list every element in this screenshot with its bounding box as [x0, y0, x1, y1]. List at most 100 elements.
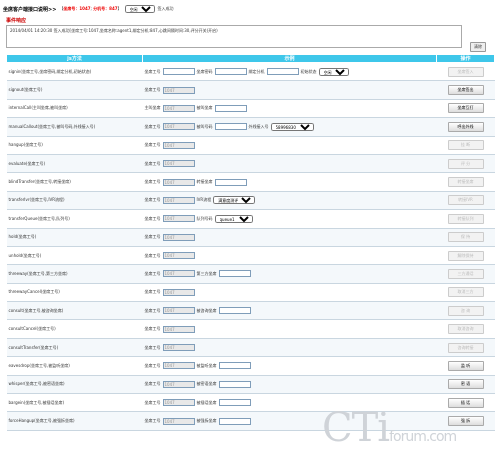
param-select[interactable]: queue1 [214, 214, 253, 223]
param-input[interactable] [218, 270, 251, 278]
param-label: 坐席工号 [144, 160, 161, 166]
watermark-sub: forum.com [389, 429, 457, 445]
param-label: 坐席工号 [144, 87, 161, 93]
action-button[interactable]: 监 听 [447, 360, 484, 371]
param-label: 被强拆坐席 [196, 418, 217, 424]
param-input[interactable] [214, 123, 247, 131]
param-label: 坐席工号 [144, 179, 161, 185]
action-button[interactable]: 三方通话 [447, 268, 484, 279]
param-input[interactable]: 1047 [162, 380, 195, 388]
param-input[interactable] [218, 417, 251, 425]
table-row: signout(坐席工号) 坐席工号 1047 坐席签出 [6, 80, 495, 100]
table-row: unhold(坐席工号) 坐席工号 1047 解除保持 [6, 246, 495, 266]
param-input[interactable]: 1047 [162, 178, 195, 186]
param-input[interactable]: 1047 [162, 307, 195, 315]
header-example: 示例 [142, 54, 437, 63]
action-button[interactable]: 转接IVR [447, 195, 484, 206]
method-signature: transferIvr(坐席工号,IVR流程) [6, 191, 143, 211]
param-select[interactable]: 空闲 [318, 67, 349, 76]
param-group: 坐席工号 坐席密码 绑定分机 初始状态 空闲 [145, 67, 435, 76]
action-button[interactable]: 转接队列 [447, 213, 484, 224]
param-input[interactable]: 1047 [162, 362, 195, 370]
method-signature: threeway(坐席工号,第三方坐席) [6, 264, 143, 284]
table-row: consult(坐席工号,被咨询坐席) 坐席工号 1047 被咨询坐席 咨 询 [6, 301, 495, 321]
action-button[interactable]: 取消咨询 [447, 324, 484, 335]
operation-cell: 解除保持 [436, 246, 495, 266]
event-log-line: 2014/04/01 14:20:30 签入成功[坐席工号:1047,坐席名称:… [10, 28, 218, 33]
param-input[interactable]: 1047 [162, 399, 195, 407]
example-params: 坐席工号 1047 第三方坐席 [142, 264, 437, 284]
action-button[interactable]: 保 持 [447, 232, 484, 243]
param-input[interactable] [214, 68, 247, 76]
param-input[interactable] [162, 68, 195, 76]
event-log-box[interactable]: 2014/04/01 14:20:30 签入成功[坐席工号:1047,坐席名称:… [6, 25, 462, 48]
param-input[interactable]: 1047 [162, 215, 195, 223]
operation-cell: 坐席签出 [436, 80, 495, 100]
param-input[interactable]: 1047 [162, 233, 195, 241]
action-button[interactable]: 密 语 [447, 379, 484, 390]
param-input[interactable] [218, 362, 251, 370]
operation-cell: 咨询转接 [436, 338, 495, 358]
param-input[interactable]: 1047 [162, 252, 195, 260]
param-select[interactable]: 58996830 [270, 122, 314, 131]
param-input[interactable]: 1047 [162, 325, 195, 333]
event-section-title: 事件响应 [6, 18, 27, 24]
param-group: 坐席工号 1047 队列号码 queue1 [145, 214, 435, 223]
param-input[interactable] [218, 399, 251, 407]
action-button[interactable]: 取消三方 [447, 287, 484, 298]
action-button[interactable]: 转接坐席 [447, 177, 484, 188]
param-input[interactable]: 1047 [162, 160, 195, 168]
operation-cell: 坐席互打 [436, 99, 495, 119]
example-params: 坐席工号 坐席密码 绑定分机 初始状态 空闲 [142, 62, 437, 82]
param-input[interactable]: 1047 [162, 104, 195, 112]
status-extension: 分机号：847 [93, 6, 118, 11]
action-button[interactable]: 呼出外线 [447, 121, 484, 132]
example-params: 坐席工号 1047 被密语坐席 [142, 375, 437, 395]
method-signature: hold(坐席工号) [6, 228, 143, 247]
param-input[interactable]: 1047 [162, 86, 195, 94]
param-group: 坐席工号 1047 [144, 160, 435, 168]
param-input[interactable]: 1047 [162, 288, 195, 296]
action-button[interactable]: 解除保持 [447, 250, 484, 261]
param-group: 坐席工号 1047 [145, 252, 435, 260]
operation-cell: 取消咨询 [436, 319, 495, 339]
param-select[interactable]: 满意度测评 [213, 196, 256, 205]
action-button[interactable]: 挂 断 [447, 140, 484, 151]
action-button[interactable]: 评 分 [447, 158, 484, 169]
param-input[interactable]: 1047 [162, 417, 195, 425]
action-button[interactable]: 坐席签入 [447, 66, 484, 77]
param-label: 坐席工号 [144, 344, 161, 350]
param-input[interactable]: 1047 [162, 344, 195, 352]
operation-cell: 密 语 [436, 375, 495, 395]
param-group: 坐席工号 1047 [145, 325, 435, 333]
param-input[interactable] [214, 104, 247, 112]
action-button[interactable]: 坐席签出 [447, 85, 484, 96]
action-button[interactable]: 咨询转接 [447, 342, 484, 353]
example-params: 坐席工号 1047 转接坐席 [142, 172, 437, 192]
clear-log-button[interactable]: 清除 [470, 42, 486, 52]
method-signature: bargein(坐席工号,被插话坐席) [6, 393, 143, 413]
param-input[interactable] [214, 178, 247, 186]
param-input[interactable] [266, 68, 299, 76]
example-params: 坐席工号 1047 IVR流程 满意度测评 [142, 191, 437, 211]
param-input[interactable] [218, 307, 251, 315]
example-params: 坐席工号 1047 [142, 283, 437, 303]
param-input[interactable]: 1047 [162, 141, 195, 149]
action-button[interactable]: 咨 询 [447, 305, 484, 316]
param-label: 被插话坐席 [196, 399, 217, 405]
method-signature: unhold(坐席工号) [6, 246, 143, 266]
param-label: 坐席工号 [144, 399, 161, 405]
example-params: 坐席工号 1047 [142, 246, 437, 266]
table-row: hangup(坐席工号) 坐席工号 1047 挂 断 [6, 136, 495, 155]
param-group: 坐席工号 1047 [145, 288, 435, 296]
action-button[interactable]: 坐席互打 [447, 103, 484, 114]
agent-state-select[interactable]: 空闲 [124, 5, 155, 13]
table-row: eavesdrop(坐席工号,被监听坐席) 坐席工号 1047 被监听坐席 监 听 [6, 356, 495, 376]
param-label: 被叫坐席 [196, 105, 213, 111]
param-input[interactable]: 1047 [162, 270, 195, 278]
param-input[interactable] [218, 380, 251, 388]
param-input[interactable]: 1047 [162, 123, 195, 131]
param-group: 坐席工号 1047 [145, 141, 435, 149]
param-input[interactable]: 1047 [162, 196, 195, 204]
operation-cell: 监 听 [436, 356, 495, 376]
